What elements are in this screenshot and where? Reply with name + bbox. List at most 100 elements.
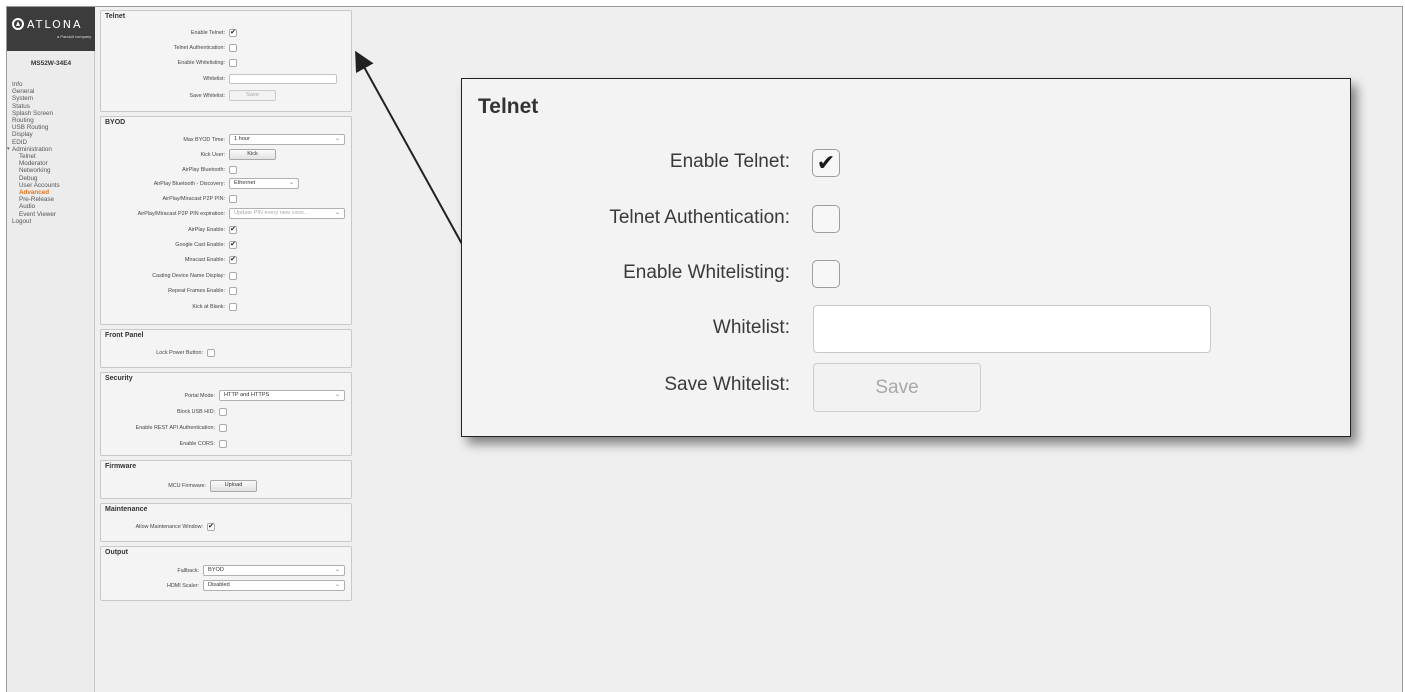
sidebar-nav: Info General System Status Splash Screen Rout… [7,81,60,225]
miracast-checkbox[interactable]: ✔ [229,256,237,264]
row-airplay-enable: AirPlay Enable: ✔ [101,226,351,236]
max-byod-time-select[interactable]: 1 hour ⌄ [229,134,345,145]
miracast-label: Miracast Enable: [184,257,225,263]
zoom-telnet-auth-checkbox[interactable] [812,205,840,233]
save-whitelist-label: Save Whitelist: [189,93,225,99]
mcu-firmware-label: MCU Firmware: [168,483,206,489]
checkmark-icon: ✔ [208,523,214,530]
panel-title-output: Output [105,549,128,556]
hdmi-scaler-value: Disabled [208,582,230,588]
save-whitelist-button[interactable]: Save [229,90,276,101]
row-maintenance-window: Allow Maintenance Window: ✔ [101,523,351,533]
chevron-down-icon: ⌄ [334,567,340,573]
enable-whitelisting-checkbox[interactable] [229,59,237,67]
sidebar-item-status[interactable]: Status [12,103,60,110]
upload-button[interactable]: Upload [210,480,257,492]
casting-name-label: Casting Device Name Display: [152,273,225,279]
fallback-value: BYOD [208,567,224,573]
max-byod-time-label: Max BYOD Time: [183,137,225,143]
block-usb-hid-label: Block USB HID: [176,409,215,415]
repeat-frames-label: Repeat Frames Enable: [168,288,225,294]
zoom-row-telnet-auth: Telnet Authentication: [462,199,1350,239]
p2p-pin-label: AirPlay/Miracast P2P PIN: [162,196,225,202]
row-max-byod-time: Max BYOD Time: 1 hour ⌄ [101,134,351,146]
sidebar-item-display[interactable]: Display [12,131,60,138]
sidebar: ATLONA a Panduit company MS52W-34E4 Info… [7,7,95,692]
row-airplay-bluetooth: AirPlay Bluetooth: [101,166,351,176]
p2p-pin-expiration-select[interactable]: Update PIN every new conn... ⌄ [229,208,345,219]
row-block-usb-hid: Block USB HID: [101,408,351,418]
telnet-auth-checkbox[interactable] [229,44,237,52]
zoom-enable-whitelisting-label: Enable Whitelisting: [623,262,790,283]
checkmark-icon: ✔ [230,29,236,36]
casting-name-checkbox[interactable] [229,272,237,280]
fallback-select[interactable]: BYOD ⌄ [203,565,345,576]
panel-security: Security Portal Mode: HTTP and HTTPS ⌄ Bl… [100,372,352,456]
sidebar-item-moderator[interactable]: Moderator [12,160,60,167]
brand-logo: ATLONA a Panduit company [7,7,95,51]
zoom-whitelist-input[interactable] [813,305,1211,353]
sidebar-item-debug[interactable]: Debug [12,175,60,182]
airplay-enable-checkbox[interactable]: ✔ [229,226,237,234]
sidebar-item-logout[interactable]: Logout [12,218,60,225]
row-google-cast: Google Cast Enable: ✔ [101,241,351,251]
sidebar-item-audio[interactable]: Audio [12,203,60,210]
sidebar-item-networking[interactable]: Networking [12,167,60,174]
zoom-enable-telnet-checkbox[interactable]: ✔ [812,149,840,177]
enable-telnet-checkbox[interactable]: ✔ [229,29,237,37]
airplay-bt-discovery-select[interactable]: Ethernet ⌄ [229,178,299,189]
sidebar-item-pre-release[interactable]: Pre-Release [12,196,60,203]
portal-mode-select[interactable]: HTTP and HTTPS ⌄ [219,390,345,401]
lock-power-label: Lock Power Button: [156,350,203,356]
panel-title-maintenance: Maintenance [105,506,148,513]
fallback-label: Fallback: [177,568,199,574]
zoom-row-enable-whitelisting: Enable Whitelisting: [462,254,1350,294]
row-kick-at-blank: Kick at Blank: [101,303,351,313]
sidebar-item-edid[interactable]: EDID [12,139,60,146]
brand-subtitle: a Panduit company [57,34,92,39]
airplay-enable-label: AirPlay Enable: [188,227,225,233]
hdmi-scaler-select[interactable]: Disabled ⌄ [203,580,345,591]
repeat-frames-checkbox[interactable] [229,287,237,295]
kick-at-blank-checkbox[interactable] [229,303,237,311]
zoom-save-whitelist-button[interactable]: Save [813,363,981,412]
sidebar-item-splash-screen[interactable]: Splash Screen [12,110,60,117]
atlona-logo-icon [12,18,24,30]
block-usb-hid-checkbox[interactable] [219,408,227,416]
sidebar-item-usb-routing[interactable]: USB Routing [12,124,60,131]
airplay-bluetooth-checkbox[interactable] [229,166,237,174]
google-cast-checkbox[interactable]: ✔ [229,241,237,249]
sidebar-item-administration[interactable]: Administration [7,146,60,153]
panel-front-panel: Front Panel Lock Power Button: [100,329,352,368]
sidebar-item-telnet[interactable]: Telnet [12,153,60,160]
p2p-pin-checkbox[interactable] [229,195,237,203]
cors-checkbox[interactable] [219,440,227,448]
portal-mode-label: Portal Mode: [184,393,215,399]
sidebar-item-advanced[interactable]: Advanced [12,189,60,196]
zoom-enable-whitelisting-checkbox[interactable] [812,260,840,288]
chevron-down-icon: ⌄ [334,210,340,216]
row-kick-user: Kick User: Kick [101,149,351,161]
sidebar-item-user-accounts[interactable]: User Accounts [12,182,60,189]
sidebar-item-routing[interactable]: Routing [12,117,60,124]
sidebar-item-info[interactable]: Info [12,81,60,88]
row-p2p-pin: AirPlay/Miracast P2P PIN: [101,195,351,205]
rest-api-auth-checkbox[interactable] [219,424,227,432]
panel-title-security: Security [105,375,133,382]
whitelist-input[interactable] [229,74,337,84]
sidebar-item-general[interactable]: General [12,88,60,95]
row-p2p-pin-expiration: AirPlay/Miracast P2P PIN expiration: Upd… [101,208,351,220]
zoom-title: Telnet [478,95,539,118]
panel-title-byod: BYOD [105,119,126,126]
sidebar-item-system[interactable]: System [12,95,60,102]
lock-power-checkbox[interactable] [207,349,215,357]
sidebar-item-event-viewer[interactable]: Event Viewer [12,211,60,218]
enable-whitelisting-label: Enable Whitelisting: [177,60,225,66]
telnet-zoom-callout: Telnet Enable Telnet: ✔ Telnet Authentic… [461,78,1351,437]
maintenance-window-checkbox[interactable]: ✔ [207,523,215,531]
panel-output: Output Fallback: BYOD ⌄ HDMI Scaler: Disa… [100,546,352,601]
kick-button[interactable]: Kick [229,149,276,160]
row-casting-name: Casting Device Name Display: [101,272,351,282]
airplay-bt-discovery-value: Ethernet [234,180,256,186]
panel-title-front-panel: Front Panel [105,332,144,339]
